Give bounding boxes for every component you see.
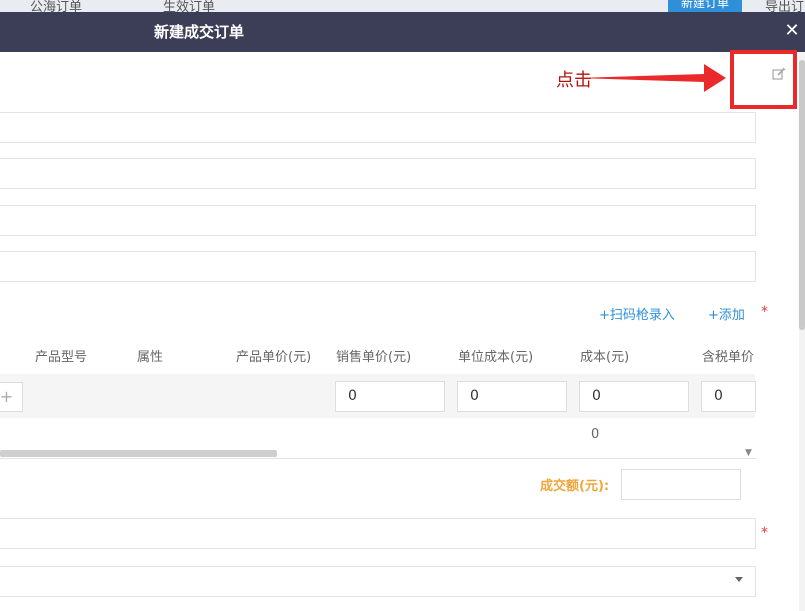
column-header-unit-price: 产品单价(元): [236, 350, 312, 365]
screen: 公海订单 生效订单 新建订单 导出订 新建成交订单 ✕ +扫码枪录入 +添加 *…: [0, 0, 805, 611]
horizontal-scrollbar[interactable]: [0, 450, 277, 457]
annotation-arrow-icon: [576, 64, 726, 92]
chevron-down-icon[interactable]: [735, 577, 743, 582]
column-header-model: 产品型号: [35, 350, 88, 365]
sale-price-input[interactable]: 0: [335, 381, 445, 412]
scan-entry-link[interactable]: +扫码枪录入: [599, 304, 675, 323]
edit-icon[interactable]: [772, 67, 786, 81]
column-header-sale-price: 销售单价(元): [336, 350, 412, 365]
unit-cost-input[interactable]: 0: [457, 381, 567, 412]
vertical-scrollbar[interactable]: [799, 52, 805, 611]
modal-title: 新建成交订单: [154, 23, 245, 41]
modal-header: 新建成交订单 ✕: [0, 12, 805, 52]
total-cost-value: 0: [591, 427, 600, 442]
cost-input[interactable]: 0: [579, 381, 689, 412]
annotation-highlight-box: [730, 50, 797, 109]
select-field[interactable]: [0, 566, 756, 597]
background-new-order-button[interactable]: 新建订单: [668, 0, 742, 12]
form-field-5[interactable]: [0, 518, 756, 549]
deal-amount-label: 成交额(元):: [540, 479, 610, 494]
column-header-unit-cost: 单位成本(元): [458, 350, 534, 365]
products-required-mark: *: [761, 304, 768, 320]
close-icon[interactable]: ✕: [783, 22, 801, 40]
add-row-button[interactable]: +: [0, 382, 23, 412]
form-field-1[interactable]: [0, 112, 756, 143]
form-field-2[interactable]: [0, 158, 756, 189]
deal-amount-input[interactable]: [621, 469, 741, 500]
scroll-down-arrow-icon[interactable]: ▼: [745, 448, 752, 458]
add-product-link[interactable]: +添加: [708, 304, 745, 323]
table-divider: [0, 458, 756, 459]
form-field-4[interactable]: [0, 251, 756, 282]
tax-price-input[interactable]: 0: [701, 381, 756, 412]
vertical-scrollbar-thumb[interactable]: [799, 60, 805, 330]
form-field-3[interactable]: [0, 205, 756, 236]
field-required-mark: *: [761, 525, 768, 541]
column-header-attribute: 属性: [137, 350, 164, 365]
column-header-cost: 成本(元): [580, 350, 630, 365]
background-page-strip: 公海订单 生效订单 新建订单 导出订: [0, 0, 805, 15]
column-header-tax-price: 含税单价: [702, 350, 755, 365]
